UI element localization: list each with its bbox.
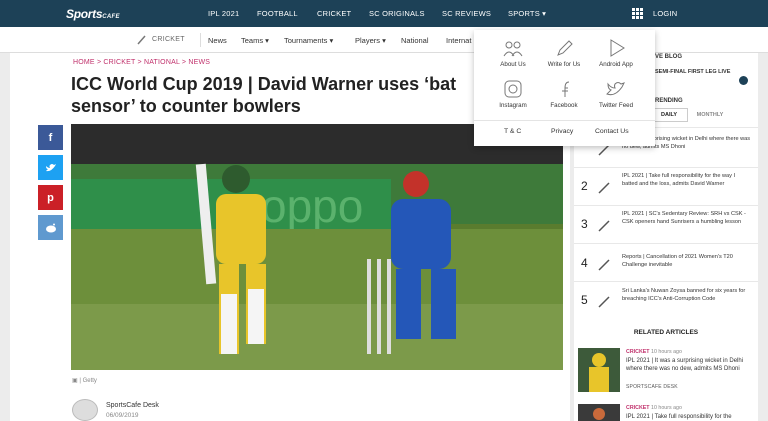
cricket-bat-icon — [598, 259, 610, 271]
cricket-bat-icon — [598, 296, 610, 308]
article-headline: ICC World Cup 2019 | David Warner uses ‘… — [71, 74, 457, 116]
privacy-link[interactable]: Privacy — [551, 128, 573, 135]
subnav-teams[interactable]: Teams ▾ — [241, 36, 269, 45]
svg-text:oppo: oppo — [261, 180, 363, 232]
about-us-link[interactable]: About Us — [488, 38, 538, 68]
photo-credit: ▣ | Getty — [72, 378, 97, 384]
trending-title[interactable]: IPL 2021 | SC's Sedentary Review: SRH vs… — [622, 210, 752, 226]
related-author: SPORTSCAFE DESK — [626, 384, 678, 390]
trending-heading: RENDING — [655, 98, 683, 104]
section-title: CRICKET — [152, 36, 185, 43]
trending-rank: 4 — [581, 256, 588, 270]
twitter-feed-link[interactable]: Twitter Feed — [591, 79, 641, 109]
login-link[interactable]: LOGIN — [653, 9, 677, 18]
subnav-tournaments[interactable]: Tournaments ▾ — [284, 36, 333, 45]
divider — [200, 33, 201, 47]
cricket-bat-icon — [598, 220, 610, 232]
cricket-bat-icon — [137, 35, 146, 45]
share-pinterest-button[interactable]: p — [38, 185, 63, 210]
subnav-international[interactable]: Internat — [446, 36, 471, 45]
trending-title[interactable]: Sri Lanka's Nuwan Zoysa banned for six y… — [622, 287, 752, 303]
nav-sports-dropdown[interactable]: SPORTS ▾ — [508, 9, 546, 18]
contact-us-link[interactable]: Contact Us — [595, 128, 629, 135]
breadcrumb[interactable]: HOME > CRICKET > NATIONAL > NEWS — [73, 59, 210, 66]
publish-date: 06/09/2019 — [106, 412, 139, 419]
camera-icon: ▣ | — [72, 378, 83, 384]
instagram-icon — [502, 79, 524, 99]
twitter-icon — [45, 163, 56, 171]
subnav-news[interactable]: News — [208, 36, 227, 45]
android-app-link[interactable]: Android App — [591, 38, 641, 68]
trending-title[interactable]: Reports | Cancellation of 2021 Women's T… — [622, 253, 752, 269]
author-avatar — [72, 399, 98, 421]
top-navbar: SportsCAFE IPL 2021 FOOTBALL CRICKET SC … — [0, 0, 768, 27]
pinterest-icon: p — [47, 191, 54, 204]
share-facebook-button[interactable]: f — [38, 125, 63, 150]
article-photo: oppo — [71, 124, 563, 370]
related-title[interactable]: IPL 2021 | It was a surprising wicket in… — [626, 357, 754, 373]
share-reddit-button[interactable] — [38, 215, 63, 240]
related-articles-heading: RELATED ARTICLES — [633, 329, 699, 336]
trending-title[interactable]: IPL 2021 | Take full responsibility for … — [622, 172, 752, 188]
facebook-icon — [553, 79, 575, 99]
pencil-icon — [553, 38, 575, 58]
trending-rank: 5 — [581, 293, 588, 307]
apps-grid-icon[interactable] — [632, 8, 643, 19]
live-indicator-icon — [739, 76, 748, 85]
related-thumbnail[interactable] — [578, 348, 620, 392]
nav-sc-originals[interactable]: SC ORIGINALS — [369, 9, 425, 18]
reddit-icon — [45, 223, 56, 232]
site-logo[interactable]: SportsCAFE — [66, 7, 120, 21]
share-twitter-button[interactable] — [38, 155, 63, 180]
twitter-icon — [605, 79, 627, 99]
people-icon — [502, 38, 524, 58]
nav-sc-reviews[interactable]: SC REVIEWS — [442, 9, 491, 18]
terms-link[interactable]: T & C — [504, 128, 521, 135]
write-for-us-link[interactable]: Write for Us — [539, 38, 589, 68]
play-store-icon — [605, 38, 627, 58]
trending-rank: 2 — [581, 179, 588, 193]
subnav-players[interactable]: Players ▾ — [355, 36, 386, 45]
related-meta: CRICKET 10 hours ago — [626, 349, 682, 355]
live-blog-item[interactable]: SEMI-FINAL FIRST LEG LIVE — [655, 68, 730, 76]
trending-rank: 3 — [581, 217, 588, 231]
facebook-icon: f — [48, 131, 53, 144]
facebook-link[interactable]: Facebook — [539, 79, 589, 109]
subnav-national[interactable]: National — [401, 36, 429, 45]
related-title[interactable]: IPL 2021 | Take full responsibility for … — [626, 413, 754, 421]
cricket-bat-icon — [598, 182, 610, 194]
nav-ipl-2021[interactable]: IPL 2021 — [208, 9, 239, 18]
related-meta: CRICKET 10 hours ago — [626, 405, 682, 411]
tab-monthly[interactable]: MONTHLY — [688, 108, 732, 122]
related-thumbnail[interactable] — [578, 404, 620, 421]
divider — [474, 120, 655, 121]
nav-cricket[interactable]: CRICKET — [317, 9, 351, 18]
apps-dropdown-menu: About Us Write for Us Android App Instag… — [474, 30, 655, 146]
instagram-link[interactable]: Instagram — [488, 79, 538, 109]
live-blog-heading: VE BLOG — [655, 54, 683, 60]
nav-football[interactable]: FOOTBALL — [257, 9, 298, 18]
author-name[interactable]: SportsCafe Desk — [106, 402, 159, 409]
tab-daily[interactable]: DAILY — [650, 108, 688, 122]
